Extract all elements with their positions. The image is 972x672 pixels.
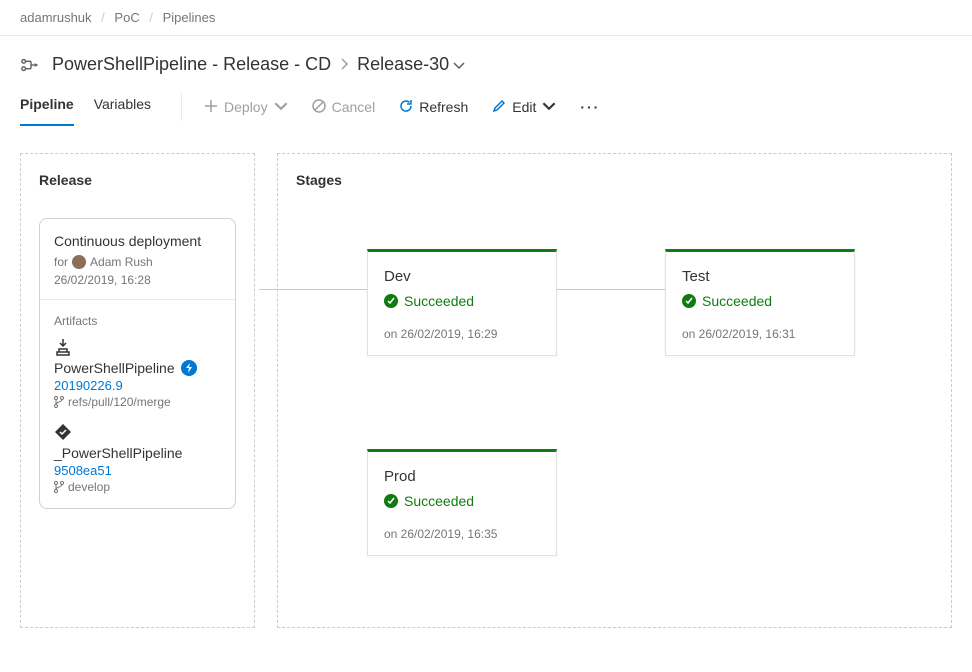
stage-name: Dev	[384, 268, 540, 285]
breadcrumb-org[interactable]: adamrushuk	[20, 10, 92, 25]
chevron-right-icon	[339, 54, 349, 75]
artifact-version-link[interactable]: 9508ea51	[54, 463, 221, 478]
branch-icon	[54, 396, 64, 408]
deploy-label: Deploy	[224, 99, 268, 115]
stage-card-prod[interactable]: Prod Succeeded on 26/02/2019, 16:35	[367, 449, 557, 556]
stage-status-text: Succeeded	[404, 293, 474, 309]
continuous-deployment-card: Continuous deployment for Adam Rush 26/0…	[39, 218, 236, 509]
stage-status-text: Succeeded	[404, 493, 474, 509]
cancel-button[interactable]: Cancel	[302, 95, 386, 120]
chevron-down-icon[interactable]	[453, 54, 465, 75]
stages-panel-heading: Stages	[296, 172, 933, 188]
branch-icon	[54, 481, 64, 493]
refresh-button[interactable]: Refresh	[389, 95, 478, 120]
breadcrumb-separator: /	[149, 10, 153, 25]
edit-label: Edit	[512, 99, 536, 115]
cd-for-prefix: for	[54, 255, 68, 269]
cancel-label: Cancel	[332, 99, 376, 115]
stages-panel: Stages Dev Succeeded on 26/02/2019, 16:2…	[277, 153, 952, 628]
pipeline-name: PowerShellPipeline - Release - CD	[52, 54, 331, 75]
stage-timestamp: on 26/02/2019, 16:35	[384, 527, 540, 541]
page-title-row: PowerShellPipeline - Release - CD Releas…	[0, 36, 972, 79]
artifact-name: _PowerShellPipeline	[54, 445, 182, 461]
stage-card-dev[interactable]: Dev Succeeded on 26/02/2019, 16:29	[367, 249, 557, 356]
main-content: Release Continuous deployment for Adam R…	[0, 129, 972, 652]
artifact-name-row: PowerShellPipeline	[54, 360, 221, 376]
connector-line	[557, 289, 665, 290]
cancel-icon	[312, 99, 326, 116]
stage-timestamp: on 26/02/2019, 16:29	[384, 327, 540, 341]
stage-status-text: Succeeded	[702, 293, 772, 309]
tab-pipeline[interactable]: Pipeline	[20, 96, 74, 126]
cd-created-time: 26/02/2019, 16:28	[54, 273, 221, 287]
breadcrumb-area[interactable]: Pipelines	[163, 10, 216, 25]
cd-card-title: Continuous deployment	[54, 233, 221, 249]
artifact-version-link[interactable]: 20190226.9	[54, 378, 221, 393]
stage-status: Succeeded	[384, 493, 540, 509]
stage-name: Test	[682, 268, 838, 285]
cd-requester: Adam Rush	[90, 255, 153, 269]
artifacts-label: Artifacts	[54, 314, 221, 328]
stage-name: Prod	[384, 468, 540, 485]
artifact-name: PowerShellPipeline	[54, 360, 175, 376]
chevron-down-icon	[542, 99, 556, 116]
release-panel: Release Continuous deployment for Adam R…	[20, 153, 255, 628]
stage-status: Succeeded	[682, 293, 838, 309]
tab-bar: Pipeline Variables	[20, 96, 151, 126]
refresh-icon	[399, 99, 413, 116]
stage-card-test[interactable]: Test Succeeded on 26/02/2019, 16:31	[665, 249, 855, 356]
toolbar-separator	[181, 93, 182, 121]
avatar-icon	[72, 255, 86, 269]
chevron-down-icon	[274, 99, 288, 116]
breadcrumb: adamrushuk / PoC / Pipelines	[0, 0, 972, 36]
artifact-branch-name: refs/pull/120/merge	[68, 395, 171, 409]
artifact-item[interactable]: _PowerShellPipeline 9508ea51 develop	[54, 423, 221, 494]
build-artifact-icon	[54, 338, 72, 356]
success-icon	[384, 494, 398, 508]
toolbar: Pipeline Variables Deploy Cancel Refresh…	[0, 79, 972, 129]
stage-timestamp: on 26/02/2019, 16:31	[682, 327, 838, 341]
edit-icon	[492, 99, 506, 116]
release-panel-heading: Release	[39, 172, 236, 188]
lightning-badge-icon	[181, 360, 197, 376]
breadcrumb-separator: /	[101, 10, 105, 25]
artifact-item[interactable]: PowerShellPipeline 20190226.9 refs/pull/…	[54, 338, 221, 409]
breadcrumb-project[interactable]: PoC	[114, 10, 139, 25]
refresh-label: Refresh	[419, 99, 468, 115]
repo-artifact-icon	[54, 423, 72, 441]
cd-requester-row: for Adam Rush	[54, 255, 221, 269]
more-actions-button[interactable]: ···	[570, 95, 610, 119]
artifact-branch-name: develop	[68, 480, 110, 494]
connector-line	[259, 289, 367, 290]
artifact-branch: develop	[54, 480, 221, 494]
stage-status: Succeeded	[384, 293, 540, 309]
success-icon	[682, 294, 696, 308]
release-pipeline-icon	[20, 56, 42, 74]
release-name[interactable]: Release-30	[357, 54, 449, 75]
tab-variables[interactable]: Variables	[94, 96, 151, 126]
plus-icon	[204, 99, 218, 116]
edit-button[interactable]: Edit	[482, 95, 566, 120]
artifact-branch: refs/pull/120/merge	[54, 395, 221, 409]
success-icon	[384, 294, 398, 308]
deploy-button[interactable]: Deploy	[194, 95, 298, 120]
artifact-name-row: _PowerShellPipeline	[54, 445, 221, 461]
